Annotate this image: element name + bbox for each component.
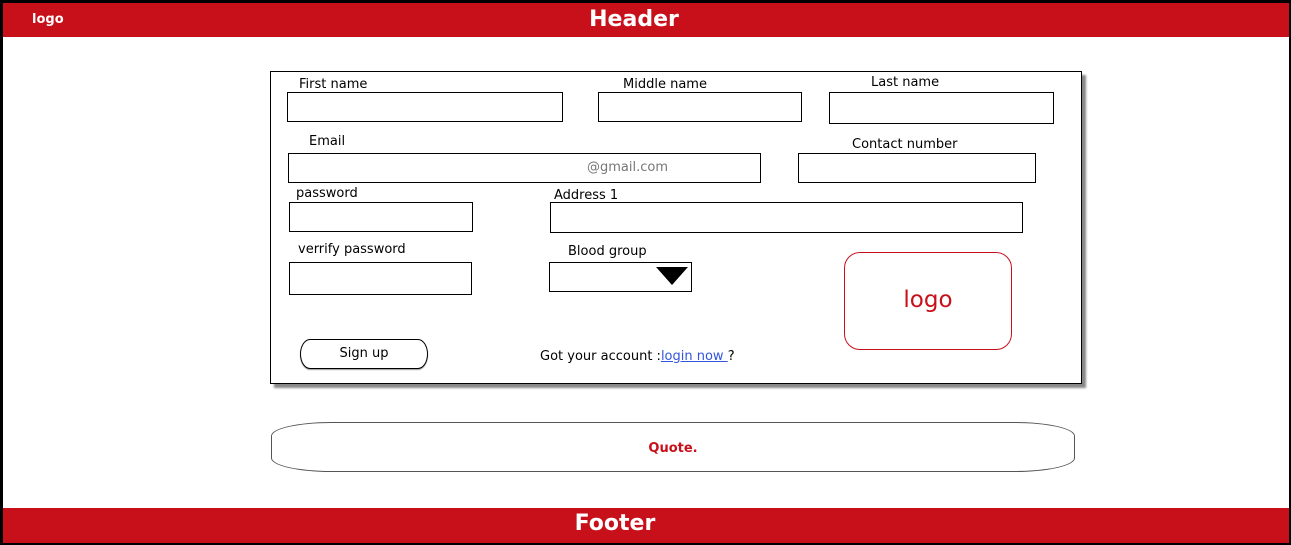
contact-number-label: Contact number [852, 137, 958, 152]
signup-form: First name Middle name Last name Email @… [270, 71, 1082, 384]
verify-password-label: verrify password [298, 242, 406, 257]
first-name-field[interactable] [287, 92, 563, 122]
blood-group-select[interactable] [549, 262, 692, 292]
header-bar: logo Header [3, 3, 1289, 37]
address-label: Address 1 [554, 188, 619, 203]
question-mark: ? [727, 349, 735, 364]
contact-number-field[interactable] [798, 153, 1036, 183]
login-prompt: Got your account :login now ? [540, 349, 735, 364]
footer-title: Footer [574, 511, 656, 536]
middle-name-field[interactable] [598, 92, 802, 122]
page: logo Header First name Middle name Last … [3, 3, 1289, 543]
last-name-field[interactable] [829, 92, 1054, 124]
blood-group-label: Blood group [568, 244, 647, 259]
form-logo: logo [844, 252, 1012, 350]
verify-password-field[interactable] [289, 262, 472, 295]
header-title: Header [589, 7, 679, 32]
first-name-label: First name [299, 77, 368, 92]
login-link[interactable]: login now [661, 349, 728, 364]
email-field[interactable]: @gmail.com [288, 153, 761, 183]
dropdown-arrow-icon[interactable] [656, 267, 688, 285]
last-name-label: Last name [871, 75, 940, 90]
quote-box: Quote. [271, 422, 1075, 472]
footer-bar: Footer [3, 508, 1289, 543]
account-prompt-text: Got your account : [540, 349, 661, 364]
password-label: password [296, 186, 358, 201]
password-field[interactable] [289, 202, 473, 232]
middle-name-label: Middle name [623, 77, 707, 92]
email-label: Email [309, 134, 346, 149]
address-field[interactable] [550, 202, 1023, 233]
signup-button[interactable]: Sign up [300, 339, 428, 369]
email-hint: @gmail.com [587, 160, 669, 175]
